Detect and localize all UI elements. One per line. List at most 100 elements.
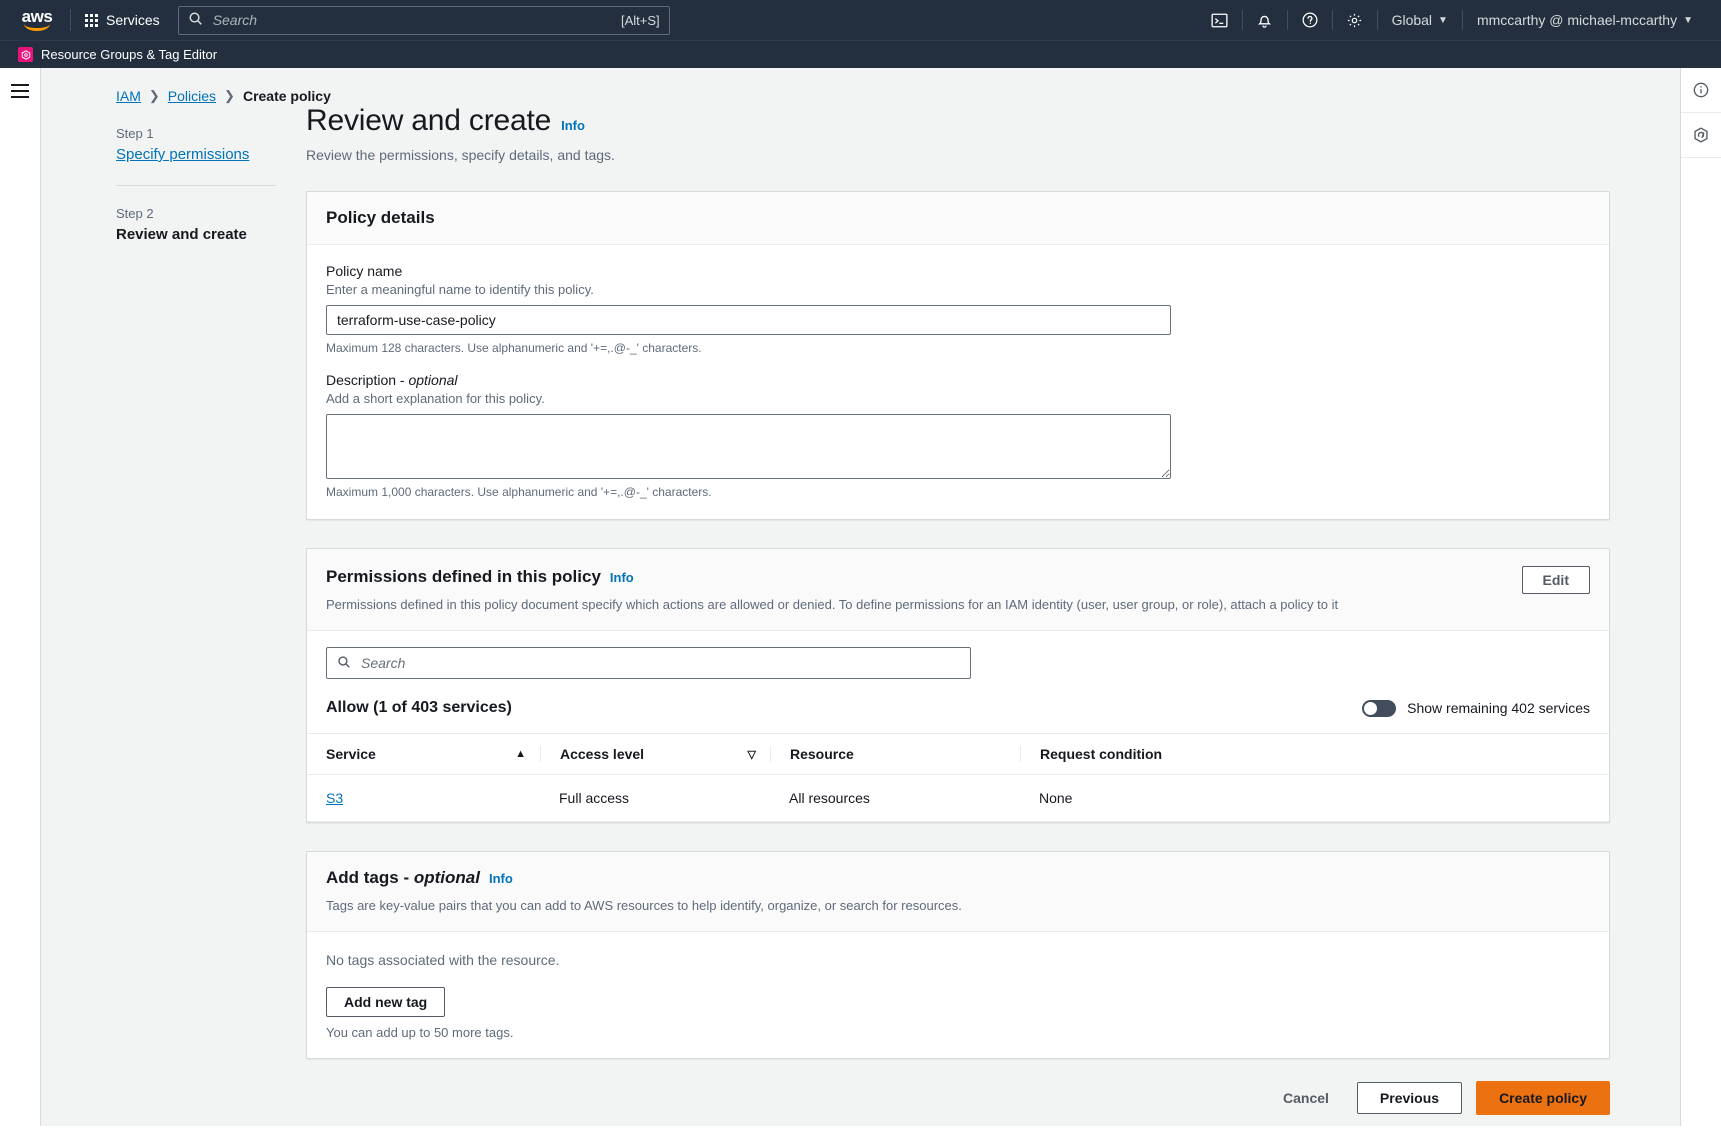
search-icon	[337, 655, 351, 672]
hamburger-menu-icon[interactable]	[11, 84, 29, 102]
allow-summary-row: Allow (1 of 403 services) Show remaining…	[307, 679, 1609, 733]
column-header-access-level[interactable]: Access level ▽	[540, 734, 770, 775]
add-tags-card: Add tags - optional Info Tags are key-va…	[306, 851, 1610, 1059]
column-label-service: Service	[326, 746, 376, 762]
policy-details-title: Policy details	[326, 208, 1590, 228]
policy-description-textarea[interactable]	[326, 414, 1171, 479]
policy-name-input[interactable]	[326, 305, 1171, 335]
breadcrumb-item-current: Create policy	[243, 88, 331, 104]
aws-logo[interactable]: aws	[18, 7, 56, 33]
region-selector[interactable]: Global ▼	[1378, 0, 1462, 40]
policy-details-header: Policy details	[307, 192, 1609, 245]
permissions-description: Permissions defined in this policy docum…	[326, 596, 1590, 614]
cell-access-level: Full access	[540, 775, 770, 822]
column-label-resource: Resource	[790, 746, 854, 762]
info-circle-icon[interactable]	[1681, 68, 1721, 113]
page-subtitle: Review the permissions, specify details,…	[306, 147, 1610, 163]
permissions-header: Permissions defined in this policy Info …	[307, 549, 1609, 631]
cancel-button[interactable]: Cancel	[1269, 1083, 1343, 1113]
column-label-access-level: Access level	[560, 746, 644, 762]
grid-menu-icon	[85, 14, 98, 27]
main-row: Step 1 Specify permissions Step 2 Review…	[41, 104, 1680, 1126]
add-new-tag-button[interactable]: Add new tag	[326, 987, 445, 1017]
page-title: Review and create	[306, 104, 551, 138]
account-menu[interactable]: mmccarthy @ michael-mccarthy ▼	[1463, 0, 1707, 40]
sort-ascending-icon: ▲	[515, 748, 540, 760]
services-menu-button[interactable]: Services	[85, 12, 160, 28]
permissions-title: Permissions defined in this policy	[326, 567, 601, 587]
global-search-input[interactable]	[211, 11, 613, 29]
bell-icon[interactable]	[1243, 0, 1287, 40]
step-2-number: Step 2	[116, 206, 306, 221]
wizard-steps: Step 1 Specify permissions Step 2 Review…	[41, 104, 306, 1126]
permissions-table-head: Service ▲ Access level ▽	[307, 734, 1609, 775]
policy-name-constraint: Maximum 128 characters. Use alphanumeric…	[326, 341, 1590, 355]
add-tags-optional-text: optional	[414, 868, 480, 887]
policy-description-constraint: Maximum 1,000 characters. Use alphanumer…	[326, 485, 1590, 499]
policy-description-label-text: Description -	[326, 372, 408, 388]
service-link-s3[interactable]: S3	[326, 790, 343, 806]
chevron-right-icon: ❯	[224, 88, 235, 104]
edit-permissions-button[interactable]: Edit	[1522, 566, 1590, 594]
breadcrumb: IAM ❯ Policies ❯ Create policy	[41, 68, 1680, 104]
add-tags-header: Add tags - optional Info Tags are key-va…	[307, 852, 1609, 932]
global-search-box[interactable]: [Alt+S]	[178, 6, 670, 35]
settings-icon[interactable]	[1333, 0, 1377, 40]
show-remaining-services-toggle[interactable]: Show remaining 402 services	[1362, 700, 1590, 717]
policy-description-hint: Add a short explanation for this policy.	[326, 391, 1590, 406]
step-divider	[116, 185, 276, 186]
policy-details-body: Policy name Enter a meaningful name to i…	[307, 245, 1609, 519]
wizard-step-review-and-create[interactable]: Review and create	[116, 226, 306, 243]
global-navigation-bar: aws Services [Alt+S]	[0, 0, 1721, 40]
wizard-step-specify-permissions[interactable]: Specify permissions	[116, 146, 249, 163]
permissions-info-link[interactable]: Info	[610, 570, 634, 585]
form-column: Review and create Info Review the permis…	[306, 104, 1680, 1126]
add-tags-title-text: Add tags -	[326, 868, 414, 887]
permissions-search-input[interactable]	[359, 654, 960, 672]
policy-name-hint: Enter a meaningful name to identify this…	[326, 282, 1590, 297]
cell-request-condition: None	[1020, 775, 1609, 822]
service-name-label[interactable]: Resource Groups & Tag Editor	[41, 47, 217, 62]
breadcrumb-item-iam[interactable]: IAM	[116, 88, 141, 104]
resource-groups-icon	[18, 47, 33, 62]
create-policy-button[interactable]: Create policy	[1476, 1081, 1610, 1115]
page-container: IAM ❯ Policies ❯ Create policy Step 1 Sp…	[0, 68, 1721, 1126]
show-remaining-services-label: Show remaining 402 services	[1407, 700, 1590, 716]
permissions-body	[307, 631, 1609, 679]
add-tags-info-link[interactable]: Info	[489, 871, 513, 886]
policy-details-card: Policy details Policy name Enter a meani…	[306, 191, 1610, 520]
add-tags-title: Add tags - optional	[326, 868, 480, 888]
permissions-card: Permissions defined in this policy Info …	[306, 548, 1610, 823]
tags-limit-message: You can add up to 50 more tags.	[307, 1017, 1609, 1058]
permissions-table-body: S3 Full access All resources None	[307, 775, 1609, 822]
content-column: IAM ❯ Policies ❯ Create policy Step 1 Sp…	[41, 68, 1680, 1126]
search-icon	[188, 11, 203, 29]
permissions-search-box[interactable]	[326, 647, 971, 679]
right-side-panel	[1680, 68, 1721, 1126]
permissions-title-row: Permissions defined in this policy Info	[326, 567, 1590, 587]
breadcrumb-item-policies[interactable]: Policies	[168, 88, 216, 104]
allow-services-count: Allow (1 of 403 services)	[326, 699, 512, 717]
cloudshell-icon[interactable]	[1198, 0, 1242, 40]
column-label-request-condition: Request condition	[1040, 746, 1162, 762]
column-header-service[interactable]: Service ▲	[307, 734, 540, 775]
previous-button[interactable]: Previous	[1357, 1082, 1462, 1114]
nav-divider	[70, 9, 71, 31]
region-label: Global	[1392, 12, 1432, 28]
wizard-action-bar: Cancel Previous Create policy	[306, 1059, 1610, 1141]
aws-logo-text: aws	[22, 10, 53, 23]
search-shortcut-hint: [Alt+S]	[621, 13, 660, 28]
page-info-link[interactable]: Info	[561, 118, 585, 133]
nav-right-group: Global ▼ mmccarthy @ michael-mccarthy ▼	[1198, 0, 1707, 40]
help-icon[interactable]	[1288, 0, 1332, 40]
column-header-request-condition[interactable]: Request condition	[1020, 734, 1609, 775]
table-row: S3 Full access All resources None	[307, 775, 1609, 822]
shield-icon[interactable]	[1681, 113, 1721, 158]
chevron-down-icon: ▼	[1438, 15, 1448, 26]
table-header-row: Service ▲ Access level ▽	[307, 734, 1609, 775]
account-label: mmccarthy @ michael-mccarthy	[1477, 12, 1677, 28]
chevron-down-icon: ▼	[1683, 15, 1693, 26]
step-1-number: Step 1	[116, 126, 306, 141]
column-header-resource[interactable]: Resource	[770, 734, 1020, 775]
cell-resource: All resources	[770, 775, 1020, 822]
